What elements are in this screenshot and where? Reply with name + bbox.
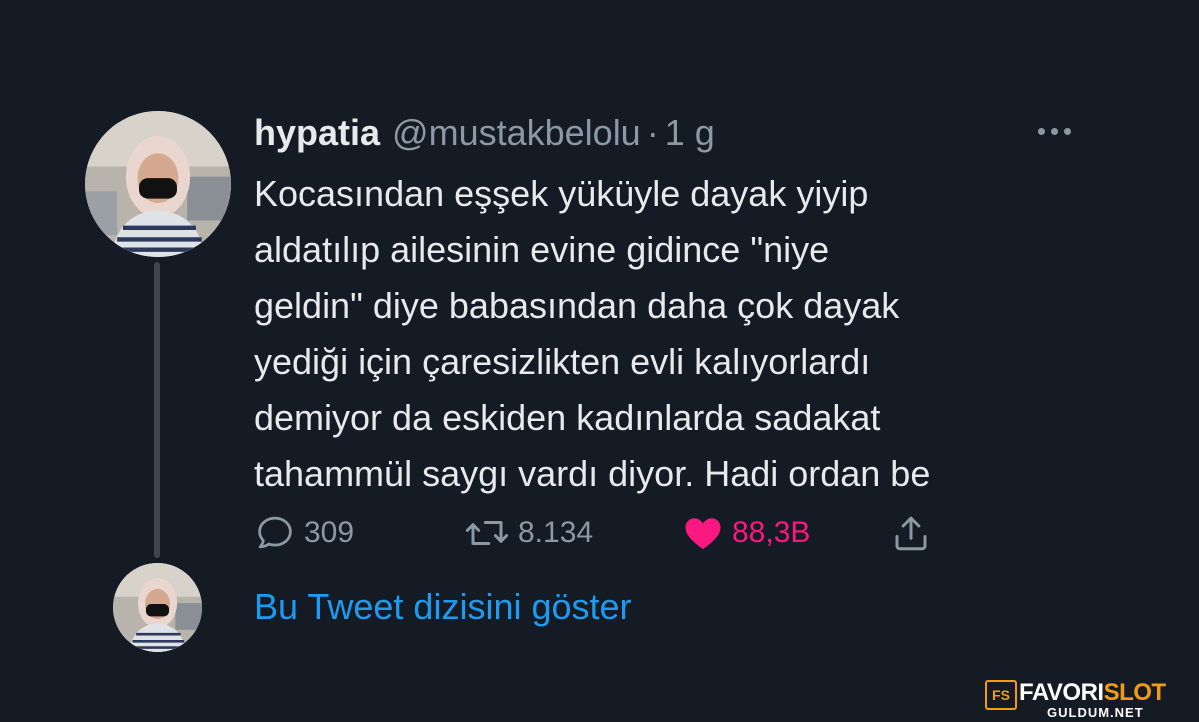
tweet-actions: 309 8.134 88,3B <box>254 508 974 558</box>
share-button[interactable] <box>890 508 932 558</box>
reply-count: 309 <box>304 516 355 549</box>
retweet-arrows-icon <box>465 521 509 545</box>
more-options-icon[interactable] <box>1028 118 1080 144</box>
user-handle[interactable]: @mustakbelolu <box>392 108 641 158</box>
tweet-time[interactable]: 1 g <box>665 108 715 158</box>
retweet-count: 8.134 <box>518 516 594 549</box>
heart-icon <box>685 518 721 550</box>
tweet-text-line: yediği için çaresizlikten evli kalıyorla… <box>254 341 871 382</box>
watermark-logo: FS FAVORISLOT GULDUM.NET <box>985 678 1195 720</box>
tweet-text-line: geldin" diye babasından daha çok dayak <box>254 285 900 326</box>
watermark-brand-part1: FAVORI <box>1019 679 1104 706</box>
thread-avatar[interactable] <box>113 563 202 652</box>
show-thread-link[interactable]: Bu Tweet dizisini göster <box>254 583 632 631</box>
tweet-text: Kocasından eşşek yüküyle dayak yiyip ald… <box>254 166 1154 502</box>
avatar[interactable] <box>85 111 231 257</box>
watermark-brand-part2: SLOT <box>1103 679 1167 706</box>
tweet-header: hypatia @mustakbelolu · 1 g <box>254 108 715 158</box>
like-button[interactable]: 88,3B <box>682 508 810 558</box>
watermark-brand: FAVORISLOT <box>1019 678 1166 708</box>
more-dot <box>1063 127 1071 135</box>
more-dot <box>1050 127 1058 135</box>
retweet-button[interactable]: 8.134 <box>464 508 593 558</box>
reply-button[interactable]: 309 <box>254 508 354 558</box>
tweet-text-line: tahammül saygı vardı diyor. Hadi ordan b… <box>254 453 931 494</box>
separator-dot: · <box>646 112 659 153</box>
thread-connector-line <box>154 262 160 558</box>
tweet-text-line: Kocasından eşşek yüküyle dayak yiyip <box>254 173 869 214</box>
tweet-text-line: aldatılıp ailesinin evine gidince "niye <box>254 229 830 270</box>
tweet-text-line: demiyor da eskiden kadınlarda sadakat <box>254 397 881 438</box>
share-upload-icon <box>895 516 927 551</box>
like-count: 88,3B <box>732 516 811 549</box>
reply-bubble-icon <box>258 516 292 549</box>
watermark-subtext: GULDUM.NET <box>1047 705 1144 720</box>
display-name[interactable]: hypatia <box>254 108 380 158</box>
watermark-badge: FS <box>985 680 1017 710</box>
more-dot <box>1037 127 1045 135</box>
